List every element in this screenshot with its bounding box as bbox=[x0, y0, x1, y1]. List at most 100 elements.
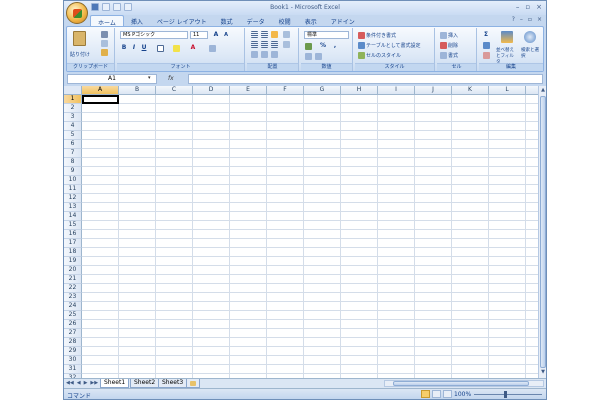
copy-icon[interactable] bbox=[101, 40, 108, 47]
font-color-button[interactable]: A bbox=[189, 44, 197, 52]
row-header-31[interactable]: 31 bbox=[64, 365, 82, 374]
align-bottom-icon[interactable] bbox=[271, 31, 278, 38]
italic-button[interactable]: I bbox=[130, 44, 138, 52]
horizontal-scrollbar[interactable] bbox=[384, 380, 544, 387]
row-header-22[interactable]: 22 bbox=[64, 284, 82, 293]
row-header-27[interactable]: 27 bbox=[64, 329, 82, 338]
row-header-12[interactable]: 12 bbox=[64, 194, 82, 203]
row-header-10[interactable]: 10 bbox=[64, 176, 82, 185]
horizontal-scroll-thumb[interactable] bbox=[393, 381, 529, 386]
row-header-25[interactable]: 25 bbox=[64, 311, 82, 320]
row-header-15[interactable]: 15 bbox=[64, 221, 82, 230]
fill-color-icon[interactable] bbox=[173, 45, 180, 52]
align-middle-icon[interactable] bbox=[261, 31, 268, 38]
row-header-5[interactable]: 5 bbox=[64, 131, 82, 140]
scroll-up-icon[interactable]: ▲ bbox=[540, 87, 546, 95]
zoom-slider[interactable] bbox=[474, 394, 542, 395]
row-header-28[interactable]: 28 bbox=[64, 338, 82, 347]
first-sheet-icon[interactable]: ◀◀ bbox=[66, 380, 74, 386]
grow-font-button[interactable]: A bbox=[212, 31, 220, 39]
row-header-30[interactable]: 30 bbox=[64, 356, 82, 365]
name-box-dropdown-icon[interactable]: ▾ bbox=[148, 75, 151, 81]
minimize-button[interactable]: – bbox=[516, 3, 520, 11]
font-size-select[interactable]: 11 bbox=[190, 31, 208, 39]
row-header-9[interactable]: 9 bbox=[64, 167, 82, 176]
row-header-20[interactable]: 20 bbox=[64, 266, 82, 275]
row-header-18[interactable]: 18 bbox=[64, 248, 82, 257]
find-select-icon[interactable] bbox=[524, 31, 536, 43]
office-button[interactable] bbox=[66, 2, 88, 24]
row-header-6[interactable]: 6 bbox=[64, 140, 82, 149]
increase-decimal-icon[interactable] bbox=[305, 53, 312, 60]
format-cells-button[interactable]: 書式 bbox=[440, 51, 458, 59]
row-header-7[interactable]: 7 bbox=[64, 149, 82, 158]
column-header-b[interactable]: B bbox=[119, 86, 156, 95]
find-select-button[interactable]: 検索と選択 bbox=[521, 48, 541, 60]
column-header-c[interactable]: C bbox=[156, 86, 193, 95]
close-button[interactable]: × bbox=[536, 3, 542, 11]
column-header-f[interactable]: F bbox=[267, 86, 304, 95]
zoom-slider-thumb[interactable] bbox=[504, 391, 507, 398]
cut-icon[interactable] bbox=[101, 31, 108, 38]
underline-button[interactable]: U bbox=[140, 44, 148, 52]
row-header-17[interactable]: 17 bbox=[64, 239, 82, 248]
maximize-button[interactable]: ▫ bbox=[525, 3, 530, 11]
column-header-m[interactable]: M bbox=[526, 86, 538, 95]
next-sheet-icon[interactable]: ▶ bbox=[84, 380, 88, 386]
row-header-1[interactable]: 1 bbox=[64, 95, 82, 104]
prev-sheet-icon[interactable]: ◀ bbox=[77, 380, 81, 386]
row-header-24[interactable]: 24 bbox=[64, 302, 82, 311]
borders-icon[interactable] bbox=[157, 45, 164, 52]
row-header-8[interactable]: 8 bbox=[64, 158, 82, 167]
number-format-select[interactable]: 標準 bbox=[304, 31, 349, 39]
phonetic-icon[interactable] bbox=[209, 45, 216, 52]
column-header-i[interactable]: I bbox=[378, 86, 415, 95]
column-header-e[interactable]: E bbox=[230, 86, 267, 95]
insert-function-button[interactable]: fx bbox=[168, 74, 188, 84]
vertical-scroll-thumb[interactable] bbox=[540, 96, 546, 368]
row-header-13[interactable]: 13 bbox=[64, 203, 82, 212]
column-header-h[interactable]: H bbox=[341, 86, 378, 95]
row-header-23[interactable]: 23 bbox=[64, 293, 82, 302]
column-header-a[interactable]: A bbox=[82, 86, 119, 95]
ribbon-close-button[interactable]: × bbox=[537, 16, 542, 23]
paste-icon[interactable] bbox=[73, 31, 86, 46]
page-layout-view-icon[interactable] bbox=[432, 390, 441, 398]
column-header-g[interactable]: G bbox=[304, 86, 341, 95]
vertical-scrollbar[interactable]: ▲ ▼ bbox=[538, 86, 546, 378]
row-header-16[interactable]: 16 bbox=[64, 230, 82, 239]
ribbon-minimize-button[interactable]: – bbox=[520, 16, 523, 23]
row-header-29[interactable]: 29 bbox=[64, 347, 82, 356]
sheet-tab-sheet3[interactable]: Sheet3 bbox=[158, 379, 188, 388]
help-icon[interactable]: ? bbox=[512, 16, 515, 23]
row-header-11[interactable]: 11 bbox=[64, 185, 82, 194]
column-header-k[interactable]: K bbox=[452, 86, 489, 95]
decrease-decimal-icon[interactable] bbox=[315, 53, 322, 60]
row-header-26[interactable]: 26 bbox=[64, 320, 82, 329]
ribbon-restore-button[interactable]: ▫ bbox=[528, 16, 532, 23]
font-name-select[interactable]: MS Pゴシック bbox=[120, 31, 188, 39]
last-sheet-icon[interactable]: ▶▶ bbox=[90, 380, 98, 386]
zoom-level[interactable]: 100% bbox=[454, 391, 471, 398]
align-left-icon[interactable] bbox=[251, 41, 258, 48]
orientation-icon[interactable] bbox=[283, 31, 290, 38]
normal-view-icon[interactable] bbox=[421, 390, 430, 398]
delete-cells-button[interactable]: 削除 bbox=[440, 41, 458, 49]
decrease-indent-icon[interactable] bbox=[251, 51, 258, 58]
align-right-icon[interactable] bbox=[271, 41, 278, 48]
row-header-4[interactable]: 4 bbox=[64, 122, 82, 131]
comma-button[interactable]: , bbox=[331, 42, 339, 50]
conditional-formatting-button[interactable]: 条件付き書式 bbox=[358, 31, 396, 39]
fill-icon[interactable] bbox=[483, 42, 490, 49]
insert-cells-button[interactable]: 挿入 bbox=[440, 31, 458, 39]
sheet-tab-sheet2[interactable]: Sheet2 bbox=[130, 379, 160, 388]
formula-input[interactable] bbox=[188, 74, 543, 84]
format-painter-icon[interactable] bbox=[101, 49, 108, 56]
row-header-21[interactable]: 21 bbox=[64, 275, 82, 284]
row-header-2[interactable]: 2 bbox=[64, 104, 82, 113]
column-header-l[interactable]: L bbox=[489, 86, 526, 95]
name-box[interactable]: A1 bbox=[67, 74, 157, 84]
sheet-tab-sheet1[interactable]: Sheet1 bbox=[100, 379, 130, 388]
bold-button[interactable]: B bbox=[120, 44, 128, 52]
sort-filter-icon[interactable] bbox=[501, 31, 513, 43]
